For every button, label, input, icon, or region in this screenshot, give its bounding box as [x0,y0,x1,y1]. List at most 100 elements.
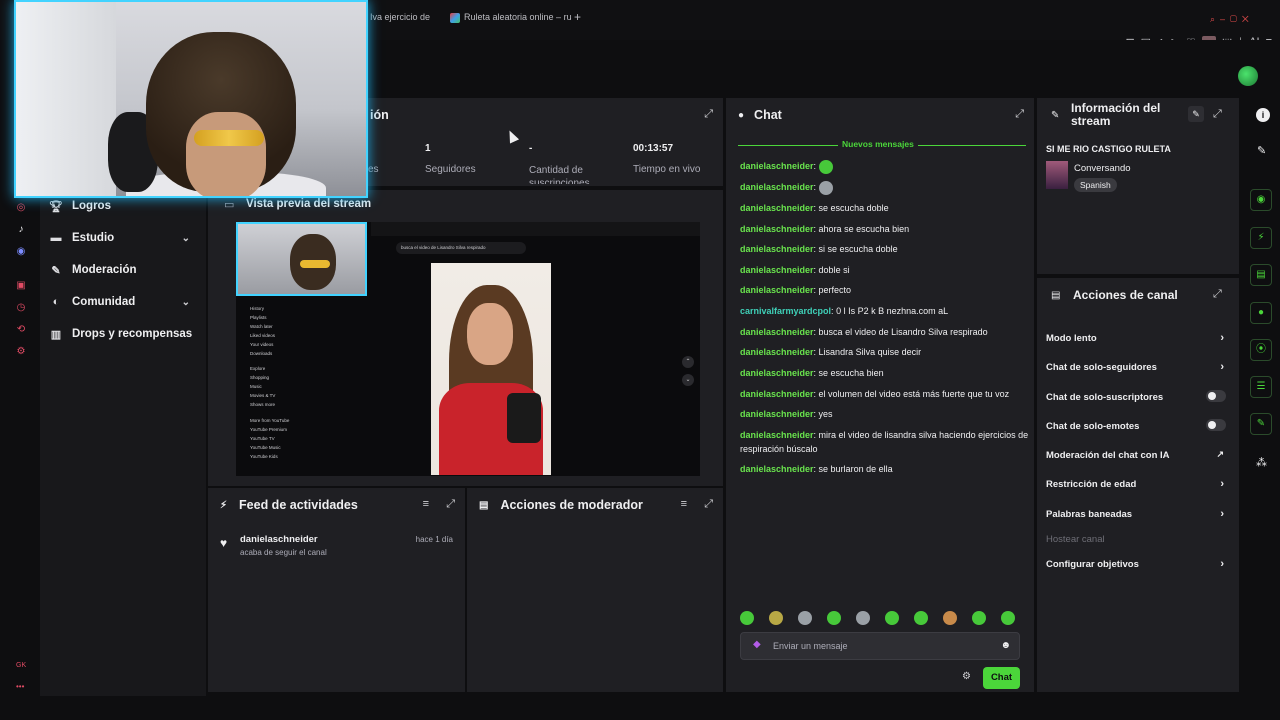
share-icon[interactable]: ⟲ [15,324,27,336]
wrench-icon[interactable]: ✎ [1250,413,1272,435]
action-slow-mode[interactable]: Modo lento › [1046,332,1230,344]
info-icon[interactable]: i [1256,108,1270,122]
lightning-icon[interactable]: ⚡︎ [1250,227,1272,249]
chat-username[interactable]: danielaschneider [740,265,814,275]
clock-icon[interactable]: ◷ [15,302,27,314]
emote-icon[interactable] [914,611,928,625]
emotes-only-toggle[interactable] [1206,419,1226,431]
action-ai-moderation[interactable]: Moderación del chat con IA ↗ [1046,449,1230,461]
action-subscribers-only[interactable]: Chat de solo-suscriptores [1046,390,1230,403]
chat-input-placeholder: Enviar un mensaje [773,641,848,651]
filter-icon[interactable]: ≡ [423,498,429,510]
action-followers-only[interactable]: Chat de solo-seguidores › [1046,361,1230,373]
sidebar-item-label: Moderación [72,264,137,276]
category-name[interactable]: Conversando [1074,163,1131,174]
chat-username[interactable]: danielaschneider [740,389,814,399]
action-emotes-only[interactable]: Chat de solo-emotes [1046,419,1230,432]
chat-text: el volumen del video está más fuerte que… [818,389,1010,399]
trophy-icon: 🏆︎ [49,200,63,213]
yt-menu-item: Music [250,384,262,389]
subscribers-only-toggle[interactable] [1206,390,1226,402]
extensions-icon[interactable]: ⁂ [1256,456,1267,469]
language-tag[interactable]: Spanish [1074,178,1117,192]
chat-username[interactable]: danielaschneider [740,203,814,213]
broadcast-icon[interactable]: ⦿ [1250,339,1272,361]
emote-icon[interactable] [798,611,812,625]
popout-icon[interactable]: ⤢ [1213,288,1222,301]
emote-icon[interactable] [1001,611,1015,625]
browser-tab-2[interactable]: Ruleta aleatoria online – ru [450,12,572,23]
window-controls[interactable]: ⌕ – ▢ ✕ [1210,14,1270,26]
category-boxart[interactable] [1046,161,1068,189]
action-goals[interactable]: Configurar objetivos › [1046,558,1230,570]
bits-icon[interactable]: ◆ [753,639,761,650]
sidebar-item-estudio[interactable]: ▬ Estudio ⌄ [48,226,200,250]
emote-picker-icon[interactable]: ☻ [1000,640,1011,651]
new-tab-button[interactable]: + [574,10,581,24]
popout-icon[interactable]: ⤢ [704,108,713,121]
chat-username[interactable]: danielaschneider [740,327,814,337]
filter-icon[interactable]: ≡ [681,498,687,510]
tv-icon: ▭ [224,199,235,211]
popout-icon[interactable]: ⤢ [1015,108,1024,121]
chat-message: danielaschneider: yes [740,409,833,419]
user-avatar[interactable] [1238,66,1258,86]
popout-icon[interactable]: ⤢ [446,498,455,511]
sidebar-item-comunidad[interactable]: ◐ Comunidad ⌄ [48,290,200,314]
chat-username[interactable]: danielaschneider [740,409,814,419]
action-banned-words[interactable]: Palabras baneadas › [1046,508,1230,520]
list-icon[interactable]: ☰ [1250,376,1272,398]
chat-input[interactable]: ◆ Enviar un mensaje ☻ [740,632,1020,660]
chat-username[interactable]: danielaschneider [740,224,814,234]
chat-username[interactable]: danielaschneider [740,285,814,295]
emote-icon[interactable] [885,611,899,625]
instagram-icon[interactable]: ◎ [15,202,27,214]
popout-icon[interactable]: ⤢ [1213,108,1222,121]
chat-bubble-icon[interactable]: ● [1250,302,1272,324]
tiktok-icon[interactable]: ♪ [15,224,27,236]
chat-message: danielaschneider: doble si [740,265,850,275]
emote-icon[interactable] [943,611,957,625]
emote-icon[interactable] [769,611,783,625]
chat-text: 0 l Is P2 k B nezhna.com aL [836,306,949,316]
chat-username[interactable]: danielaschneider [740,182,814,192]
emote-icon[interactable] [972,611,986,625]
wrench-icon: ✎ [1051,110,1060,121]
activity-user[interactable]: danielaschneider [240,534,318,545]
sidebar-item-moderacion[interactable]: ✎ Moderación [48,258,200,282]
app-icon-1[interactable]: ▣ [15,280,27,292]
emote-icon[interactable] [827,611,841,625]
discord-icon[interactable]: ◉ [15,246,27,258]
browser-tab-1[interactable]: Iva ejercicio de [370,12,430,22]
chat-username[interactable]: danielaschneider [740,161,814,171]
chat-username[interactable]: danielaschneider [740,244,814,254]
pencil-icon[interactable]: ✎ [1257,144,1266,157]
chat-settings-icon[interactable]: ⚙ [962,671,971,682]
chat-username[interactable]: danielaschneider [740,368,814,378]
edit-icon[interactable]: ✎ [1188,106,1204,122]
yt-menu-item: Shows more [250,402,276,407]
chat-username[interactable]: danielaschneider [740,464,814,474]
chat-send-button[interactable]: Chat [983,667,1020,689]
chat-text: perfecto [818,285,852,295]
settings-icon[interactable]: ⚙ [15,346,27,358]
more-icon[interactable]: ••• [16,682,24,691]
stream-preview-video[interactable]: busca el video de Lisandro Silva respira… [236,222,700,476]
popout-icon[interactable]: ⤢ [704,498,713,511]
emote-icon[interactable] [740,611,754,625]
notes-icon[interactable]: ▤ [1250,264,1272,286]
sidebar-item-drops[interactable]: ▥ Drops y recompensas [48,322,200,346]
yt-menu-item: YouTube Kids [250,454,278,459]
scroll-down-icon[interactable]: ⌄ [682,374,694,386]
scroll-up-icon[interactable]: ⌃ [682,356,694,368]
chat-username[interactable]: danielaschneider [740,347,814,357]
action-age-restriction[interactable]: Restricción de edad › [1046,478,1230,490]
video-person-face [467,303,513,365]
emote-icon[interactable] [856,611,870,625]
camera-icon[interactable]: ◉ [1250,189,1272,211]
chevron-right-icon: › [1220,332,1224,344]
chat-text: busca el video de Lisandro Silva respira… [818,327,988,337]
chat-username[interactable]: danielaschneider [740,430,814,440]
chat-message: danielaschneider: [740,180,1030,195]
chat-username[interactable]: carnivalfarmyardcpol [740,306,831,316]
